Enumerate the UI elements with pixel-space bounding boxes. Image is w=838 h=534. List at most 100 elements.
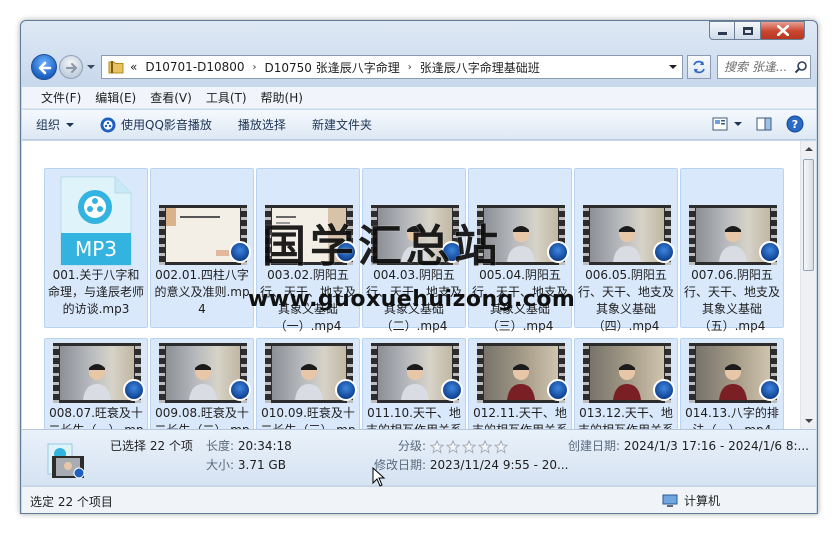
mouse-cursor-icon [372,467,386,487]
organize-label: 组织 [36,118,61,132]
status-selection-text: 选定 22 个项目 [30,495,113,509]
menu-tools[interactable]: 工具(T) [199,89,254,106]
star-icon[interactable] [477,439,492,454]
breadcrumb-separator-icon[interactable]: › [408,62,412,73]
star-icon[interactable] [429,439,444,454]
menu-file[interactable]: 文件(F) [34,89,88,106]
new-folder-label: 新建文件夹 [311,118,372,132]
breadcrumb-item[interactable]: D10701-D10800 [145,60,244,74]
qq-player-badge-icon [759,241,781,263]
file-name: 001.关于八字和命理，与逢辰老师的访谈.mp3 [47,268,144,316]
status-bar: 选定 22 个项目 计算机 [22,486,816,513]
modified-field: 修改日期: 2023/11/24 9:55 - 20... [374,456,568,473]
menu-help[interactable]: 帮助(H) [254,89,310,106]
qq-player-badge-icon [759,379,781,401]
back-button[interactable] [31,54,57,80]
qq-player-badge-icon [229,241,251,263]
qq-player-badge-icon [547,241,569,263]
qq-player-badge-icon [123,379,145,401]
size-key: 大小: [206,458,235,472]
qq-player-badge-icon [335,379,357,401]
change-view-button[interactable] [712,117,742,131]
computer-icon [662,494,678,507]
chevron-down-icon [66,122,75,127]
back-arrow-icon [38,61,52,75]
refresh-button[interactable] [687,55,711,79]
scrollbar-thumb[interactable] [803,159,814,271]
file-tile[interactable]: 014.13.八字的排法（一）.mp4 [680,338,784,429]
star-icon[interactable] [493,439,508,454]
length-field: 长度: 20:34:18 [206,437,292,454]
modified-value: 2023/11/24 9:55 - 20... [429,458,569,472]
play-with-qq-button[interactable]: 使用QQ影音播放 [100,116,212,133]
created-value: 2024/1/3 17:16 - 2024/1/6 8:... [623,439,809,453]
file-tile[interactable]: 009.08.旺衰及十二长生（二）.mp4 [150,338,254,429]
star-icon[interactable] [445,439,460,454]
file-name: 002.01.四柱八字的意义及准则.mp4 [154,268,250,316]
file-name: 006.05.阴阳五行、天干、地支及其象义基础（四）.mp4 [577,268,674,333]
selection-count: 已选择 22 个项 [110,439,193,453]
new-folder-button[interactable]: 新建文件夹 [312,116,372,133]
vertical-scrollbar[interactable] [800,141,816,429]
file-tile[interactable]: 008.07.旺衰及十二长生（一）.mp4 [44,338,148,429]
qq-player-badge-icon [441,379,463,401]
rating-field: 分级: [398,437,508,454]
play-selection-label: 播放选择 [237,118,286,132]
file-name: 009.08.旺衰及十二长生（二）.mp4 [154,406,249,429]
play-with-qq-label: 使用QQ影音播放 [121,118,212,132]
file-tile[interactable]: 006.05.阴阳五行、天干、地支及其象义基础（四）.mp4 [574,168,678,333]
status-location-label: 计算机 [684,494,721,508]
close-icon [776,25,789,36]
search-box[interactable] [717,55,811,79]
scroll-down-button[interactable] [801,413,817,429]
scroll-up-icon [805,147,813,151]
command-bar: 组织 使用QQ影音播放 播放选择 新建文件夹 ? [22,110,816,140]
length-key: 长度: [206,439,235,453]
file-name: 014.13.八字的排法（一）.mp4 [685,406,779,429]
menu-edit[interactable]: 编辑(E) [88,89,143,106]
details-pane: 已选择 22 个项 长度: 20:34:18 大小: 3.71 GB 分级: 修… [22,429,816,485]
refresh-icon [693,60,705,74]
scroll-up-button[interactable] [801,141,817,157]
file-tile[interactable]: MP3 001.关于八字和命理，与逢辰老师的访谈.mp3 [44,168,148,328]
created-key: 创建日期: [568,439,621,453]
file-tile[interactable]: 013.12.天干、地支的相互作用关系（三）.mp4 [574,338,678,429]
search-icon[interactable] [794,60,808,74]
star-icon[interactable] [461,439,476,454]
scroll-down-icon [805,419,813,423]
forward-arrow-icon [65,62,78,74]
play-selection-button[interactable]: 播放选择 [238,116,286,133]
breadcrumb-separator-icon[interactable]: › [253,62,257,73]
menu-view[interactable]: 查看(V) [143,89,199,106]
forward-button[interactable] [59,55,83,79]
close-button[interactable] [761,21,805,40]
rating-stars[interactable] [429,439,508,454]
chevron-down-icon [734,122,742,126]
search-input[interactable] [724,60,794,74]
breadcrumb-overflow[interactable]: « [130,60,137,74]
file-name: 010.09.旺衰及十二长生（三）.mp4 [260,406,355,429]
file-tile[interactable]: 002.01.四柱八字的意义及准则.mp4 [150,168,254,328]
help-icon[interactable]: ? [786,115,804,133]
file-tile[interactable]: 010.09.旺衰及十二长生（三）.mp4 [256,338,360,429]
file-tile[interactable]: 011.10.天干、地支的相互作用关系（一）.mp4 [362,338,466,429]
address-dropdown-icon[interactable] [668,63,678,71]
breadcrumb-item[interactable]: D10750 张逢辰八字命理 [265,59,400,76]
caption-buttons [709,21,805,40]
minimize-button[interactable] [709,21,735,40]
address-bar[interactable]: « D10701-D10800 › D10750 张逢辰八字命理 › 张逢辰八字… [101,55,683,79]
size-field: 大小: 3.71 GB [206,456,286,473]
file-tile[interactable]: 007.06.阴阳五行、天干、地支及其象义基础（五）.mp4 [680,168,784,333]
menu-bar: 文件(F) 编辑(E) 查看(V) 工具(T) 帮助(H) [22,87,816,109]
multiple-files-icon [47,443,85,479]
rating-key: 分级: [398,439,427,453]
breadcrumb-item[interactable]: 张逢辰八字命理基础班 [420,59,540,76]
file-tile[interactable]: 012.11.天干、地支的相互作用关系（二）.mp4 [468,338,572,429]
mp3-badge-text: MP3 [74,237,118,261]
recent-pages-dropdown-icon[interactable] [85,61,97,73]
size-value: 3.71 GB [237,458,286,472]
file-name: 012.11.天干、地支的相互作用关系（二）.mp4 [472,406,568,429]
organize-button[interactable]: 组织 [36,116,75,133]
maximize-button[interactable] [735,21,761,40]
preview-pane-icon[interactable] [756,117,772,131]
